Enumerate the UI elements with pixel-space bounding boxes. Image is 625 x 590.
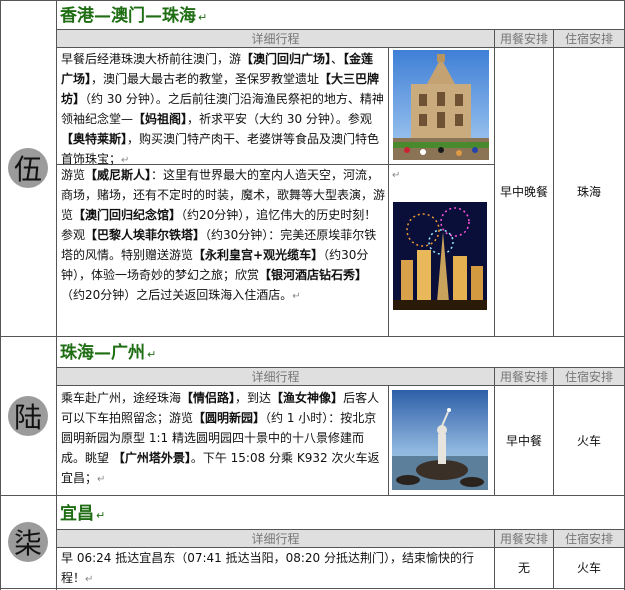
- day6-meals: 早中餐: [505, 433, 542, 448]
- day6-badge: 陆: [8, 395, 48, 436]
- day6-title-text: 珠海—广州: [60, 343, 145, 363]
- day7-meals: 无: [517, 561, 530, 575]
- day6-badge-cell: 陆: [0, 336, 56, 495]
- day5-header-details: 详细行程: [57, 30, 494, 47]
- day5-badge: 伍: [8, 148, 48, 188]
- day6-stay: 火车: [576, 433, 601, 448]
- fisher-girl-statue-photo: [392, 390, 488, 490]
- day7-title: 宜昌 ↵: [60, 502, 105, 528]
- night-fireworks-photo: [393, 202, 487, 310]
- paragraph-mark-icon: ↵: [96, 509, 106, 522]
- day6-paragraph: 乘车赴广州，途经珠海【情侣路】，到达【渔女神像】后客人可以下车拍照留念；游览【圆…: [61, 391, 380, 485]
- day5-header-stay: 住宿安排: [554, 30, 624, 47]
- day7-badge-cell: 柒: [0, 495, 56, 588]
- paragraph-mark-icon: ↵: [147, 348, 157, 361]
- day7-badge: 柒: [8, 521, 48, 562]
- day7-title-text: 宜昌: [60, 504, 94, 524]
- paragraph-mark-icon: ↵: [198, 11, 208, 24]
- day5-title: 香港—澳门—珠海 ↵: [60, 4, 207, 30]
- day7-stay: 火车: [576, 561, 601, 575]
- day5-stay: 珠海: [576, 185, 601, 199]
- day6-header-meals: 用餐安排: [495, 368, 553, 385]
- day5-title-text: 香港—澳门—珠海: [60, 6, 196, 26]
- day7-header-meals: 用餐安排: [495, 530, 553, 547]
- church-ruins-photo: [393, 50, 489, 160]
- day5-paragraph1: 早餐后经港珠澳大桥前往澳门，游【澳门回归广场】、【金莲广场】，澳门最大最古老的教…: [61, 52, 384, 166]
- day6-header-details: 详细行程: [57, 368, 494, 385]
- day7-header-details: 详细行程: [57, 530, 494, 547]
- day7-paragraph: 早 06:24 抵达宜昌东（07:41 抵达当阳，08:20 分抵达荆门），结束…: [61, 551, 475, 585]
- day5-header-meals: 用餐安排: [495, 30, 553, 47]
- day5-meals: 早中晚餐: [499, 185, 548, 199]
- day5-paragraph2: 游览【威尼斯人】：这里有世界最大的室内人造天空，河流，商场，赌场，还有不定时的时…: [61, 168, 386, 302]
- day7-header-stay: 住宿安排: [554, 530, 624, 547]
- day5-badge-cell: 伍: [0, 0, 56, 336]
- day6-title: 珠海—广州 ↵: [60, 341, 156, 367]
- day6-header-stay: 住宿安排: [554, 368, 624, 385]
